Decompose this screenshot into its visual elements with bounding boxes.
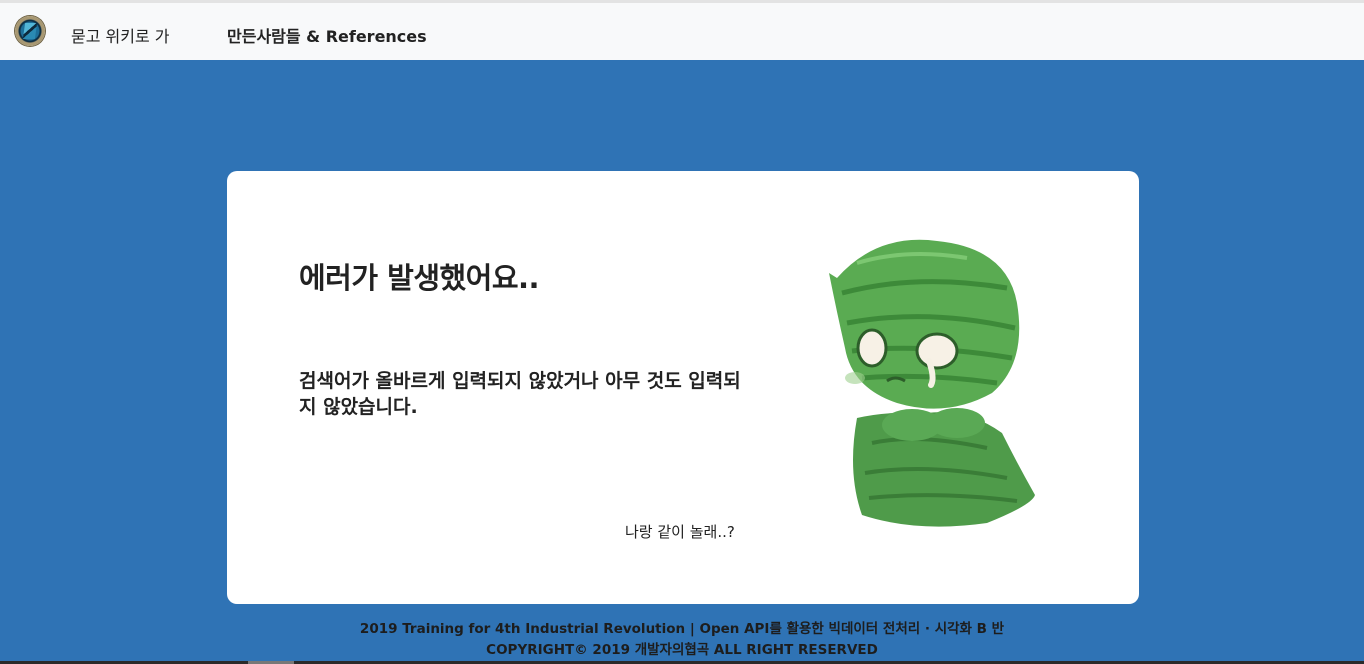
footer-copyright-line: COPYRIGHT© 2019 개발자의협곡 ALL RIGHT RESERVE… xyxy=(486,642,878,658)
nav-credits-link[interactable]: 만든사람들 & References xyxy=(227,23,427,47)
footer: 2019 Training for 4th Industrial Revolut… xyxy=(0,619,1364,661)
error-message: 검색어가 올바르게 입력되지 않았거나 아무 것도 입력되지 않았습니다. xyxy=(299,370,741,418)
logo-icon[interactable] xyxy=(15,16,45,46)
footer-training-line: 2019 Training for 4th Industrial Revolut… xyxy=(359,621,1005,637)
crying-mummy-mascot-image xyxy=(829,239,1035,527)
top-navbar: 묻고 위키로 가 만든사람들 & References xyxy=(0,0,1364,60)
play-together-link[interactable]: 나랑 같이 놀래..? xyxy=(625,521,735,542)
nav-home-link[interactable]: 묻고 위키로 가 xyxy=(71,23,170,47)
error-card: 에러가 발생했어요.. 검색어가 올바르게 입력되지 않았거나 아무 것도 입력… xyxy=(227,171,1139,604)
error-title: 에러가 발생했어요.. xyxy=(299,261,540,295)
